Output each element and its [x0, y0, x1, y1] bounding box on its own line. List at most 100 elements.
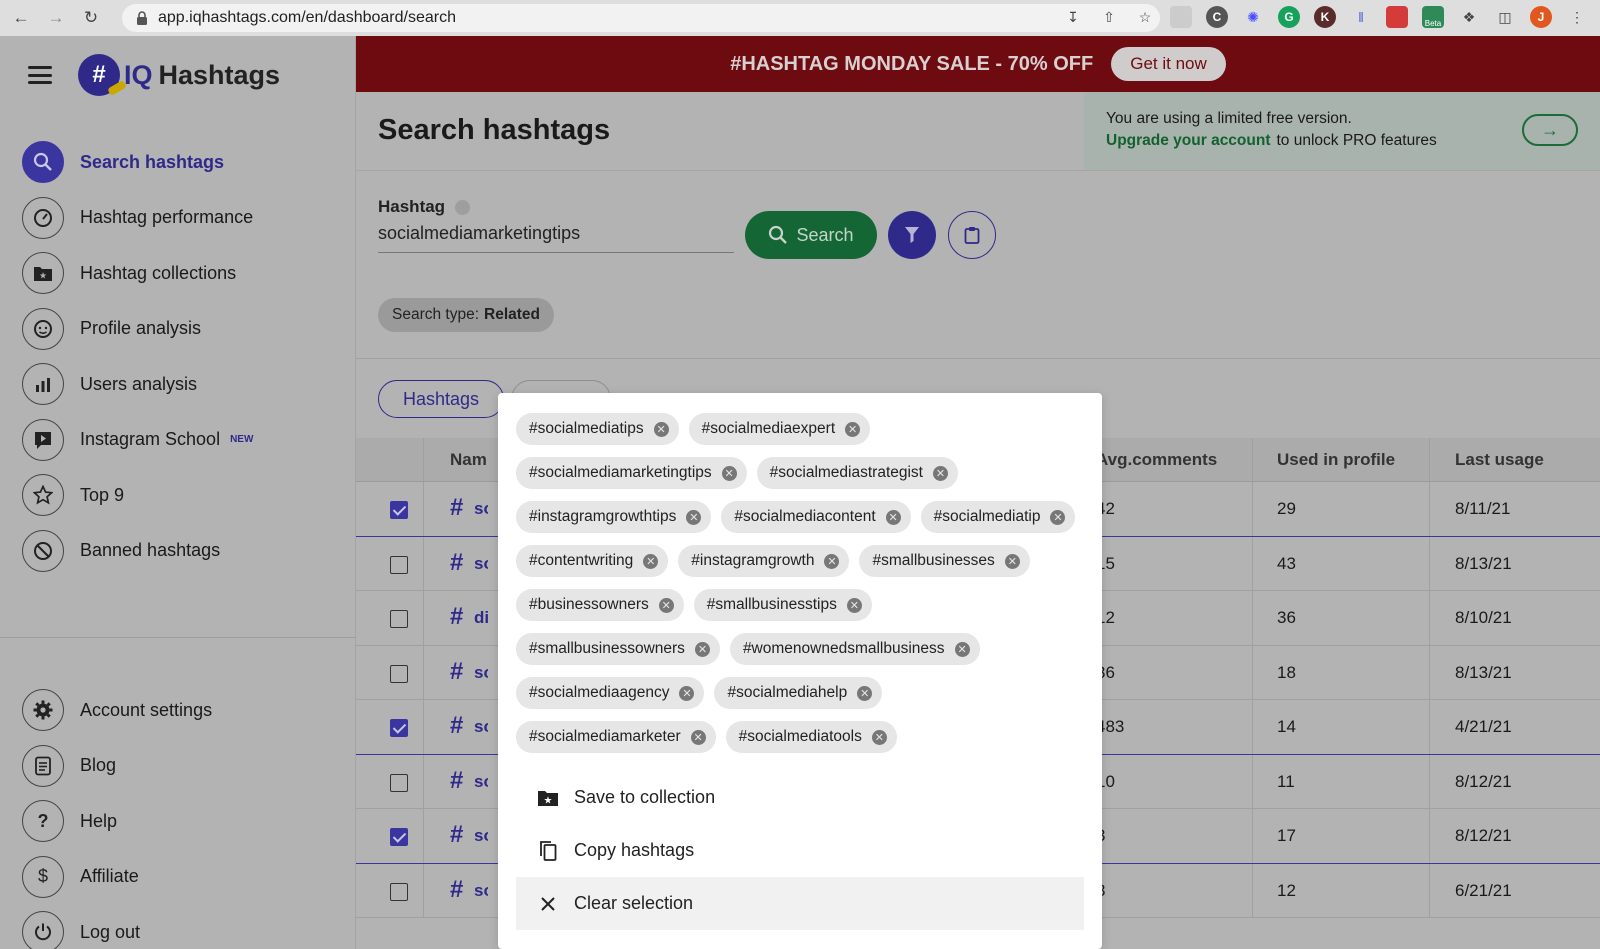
hashtag-name[interactable]: so — [474, 717, 488, 737]
back-icon[interactable]: ← — [10, 7, 32, 29]
row-checkbox[interactable] — [390, 610, 408, 628]
forward-icon[interactable]: → — [45, 7, 67, 29]
sidebar-divider — [0, 637, 356, 638]
popup-actions: ★ Save to collection Copy hashtags Clear… — [516, 771, 1084, 930]
remove-chip-icon[interactable]: ✕ — [824, 553, 840, 569]
download-icon[interactable]: ↧ — [1062, 6, 1084, 28]
extension-todo-icon[interactable] — [1386, 6, 1408, 28]
remove-chip-icon[interactable]: ✕ — [679, 685, 695, 701]
extension-spark-icon[interactable]: ✺ — [1242, 6, 1264, 28]
row-checkbox[interactable] — [390, 501, 408, 519]
column-last-usage[interactable]: Last usage — [1455, 450, 1544, 470]
remove-chip-icon[interactable]: ✕ — [845, 421, 861, 437]
sidebar-item-affiliate[interactable]: $ Affiliate — [22, 855, 212, 899]
hashtag-icon: # — [450, 548, 464, 576]
sidebar-item-banned-hashtags[interactable]: Banned hashtags — [22, 529, 253, 573]
sidebar-item-label: Banned hashtags — [80, 540, 221, 560]
upgrade-link[interactable]: Upgrade your account — [1106, 132, 1271, 149]
sidebar-item-top-9[interactable]: Top 9 — [22, 473, 253, 517]
arrow-right-icon[interactable]: → — [1522, 114, 1578, 146]
sidebar-item-log-out[interactable]: Log out — [22, 910, 212, 949]
svg-text:★: ★ — [544, 795, 553, 806]
extension-beta-icon[interactable]: Beta — [1422, 6, 1444, 28]
remove-chip-icon[interactable]: ✕ — [721, 465, 737, 481]
hashtag-name[interactable]: di — [474, 608, 488, 628]
info-icon[interactable] — [455, 199, 471, 215]
hashtag-name[interactable]: so — [474, 499, 488, 519]
sidebar-item-search-hashtags[interactable]: Search hashtags — [22, 140, 253, 184]
clear-selection-button[interactable]: Clear selection — [516, 877, 1084, 930]
clipboard-button[interactable] — [948, 211, 996, 259]
search-button[interactable]: Search — [745, 211, 877, 259]
copy-hashtags-button[interactable]: Copy hashtags — [516, 824, 1084, 877]
remove-chip-icon[interactable]: ✕ — [857, 685, 873, 701]
get-it-now-button[interactable]: Get it now — [1111, 47, 1226, 81]
remove-chip-icon[interactable]: ✕ — [885, 509, 901, 525]
sidebar-item-profile-analysis[interactable]: Profile analysis — [22, 307, 253, 351]
address-bar[interactable]: app.iqhashtags.com/en/dashboard/search — [122, 4, 1160, 32]
row-checkbox[interactable] — [390, 664, 408, 683]
sidebar-item-hashtag-collections[interactable]: ★ Hashtag collections — [22, 251, 253, 295]
chip-label: #socialmediamarketer — [529, 728, 681, 745]
row-checkbox[interactable] — [390, 828, 408, 846]
hashtag-name[interactable]: so — [474, 554, 488, 574]
row-checkbox[interactable] — [390, 773, 408, 792]
hashtag-name[interactable]: so — [474, 772, 488, 792]
hashtag-name[interactable]: so — [474, 663, 488, 683]
secondary-nav: Account settings Blog ? Help $ Affiliate… — [22, 688, 212, 949]
grammarly-icon[interactable]: G — [1278, 6, 1300, 28]
extension-bars-icon[interactable]: ‖ — [1350, 6, 1372, 28]
clipboard-icon — [964, 227, 980, 244]
extension-mail-icon[interactable] — [1170, 6, 1192, 28]
remove-chip-icon[interactable]: ✕ — [690, 729, 706, 745]
extensions-puzzle-icon[interactable]: ❖ — [1458, 6, 1480, 28]
row-checkbox[interactable] — [390, 719, 408, 737]
last-usage-cell: 6/21/21 — [1455, 880, 1512, 900]
search-icon — [769, 225, 788, 244]
used-in-profile-cell: 36 — [1277, 608, 1296, 627]
sidebar-item-hashtag-performance[interactable]: Hashtag performance — [22, 196, 253, 240]
column-avg-comments[interactable]: Avg.comments — [1096, 450, 1217, 470]
sidebar-item-blog[interactable]: Blog — [22, 744, 212, 788]
remove-chip-icon[interactable]: ✕ — [846, 597, 862, 613]
share-icon[interactable]: ⇧ — [1098, 6, 1120, 28]
remove-chip-icon[interactable]: ✕ — [1050, 509, 1066, 525]
remove-chip-icon[interactable]: ✕ — [686, 509, 702, 525]
column-used-in-profile[interactable]: Used in profile — [1277, 450, 1395, 470]
profile-avatar[interactable]: J — [1530, 6, 1552, 28]
hashtag-input[interactable]: socialmediamarketingtips — [378, 217, 734, 253]
remove-chip-icon[interactable]: ✕ — [658, 597, 674, 613]
page-header: Search hashtags You are using a limited … — [356, 92, 1600, 171]
search-type-chip[interactable]: Search type: Related — [378, 298, 555, 332]
remove-chip-icon[interactable]: ✕ — [933, 465, 948, 481]
remove-chip-icon[interactable]: ✕ — [1004, 553, 1020, 569]
remove-chip-icon[interactable]: ✕ — [954, 641, 970, 657]
reload-icon[interactable]: ↻ — [80, 7, 102, 29]
column-name[interactable]: Nam — [450, 450, 487, 470]
extension-c-icon[interactable]: C — [1206, 6, 1228, 28]
logo-text[interactable]: IQ Hashtags — [124, 60, 280, 91]
bookmark-star-icon[interactable]: ☆ — [1134, 6, 1156, 28]
hamburger-menu-icon[interactable] — [28, 66, 52, 84]
sidebar-item-help[interactable]: ? Help — [22, 799, 212, 843]
filter-button[interactable] — [888, 211, 936, 259]
sidepanel-icon[interactable]: ◫ — [1494, 6, 1516, 28]
extension-k-icon[interactable]: K — [1314, 6, 1336, 28]
remove-chip-icon[interactable]: ✕ — [871, 729, 887, 745]
sidebar-item-users-analysis[interactable]: Users analysis — [22, 362, 253, 406]
remove-chip-icon[interactable]: ✕ — [653, 421, 669, 437]
hashtag-name[interactable]: so — [474, 826, 488, 846]
used-in-profile-cell: 11 — [1277, 771, 1295, 791]
save-to-collection-button[interactable]: ★ Save to collection — [516, 771, 1084, 824]
sidebar-item-account-settings[interactable]: Account settings — [22, 688, 212, 732]
sidebar-item-instagram-school[interactable]: Instagram School NEW — [22, 418, 253, 462]
browser-menu-icon[interactable]: ⋮ — [1566, 6, 1588, 28]
hashtag-name[interactable]: so — [474, 881, 488, 901]
remove-chip-icon[interactable]: ✕ — [694, 641, 710, 657]
remove-chip-icon[interactable]: ✕ — [643, 553, 659, 569]
chip-label: #businessowners — [529, 596, 649, 613]
row-checkbox[interactable] — [390, 555, 408, 574]
row-checkbox[interactable] — [390, 882, 408, 901]
tab-hashtags[interactable]: Hashtags — [378, 380, 504, 418]
content-divider — [356, 358, 1600, 359]
